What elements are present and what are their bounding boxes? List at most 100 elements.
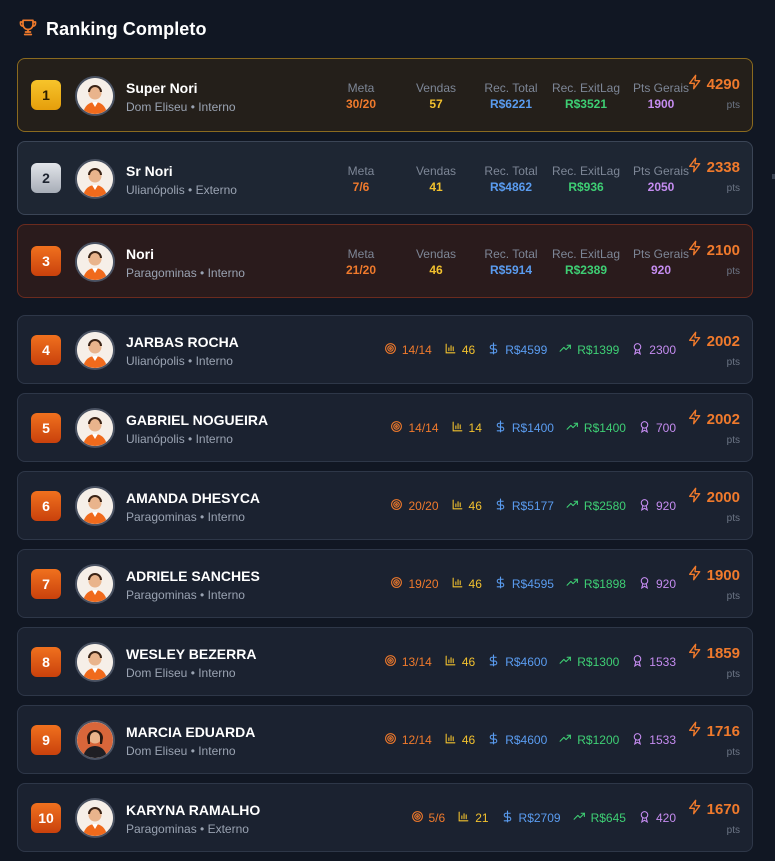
pts-gerais-value: 1533 bbox=[649, 733, 676, 747]
agent-name: KARYNA RAMALHO bbox=[126, 802, 261, 818]
vendas-value: 46 bbox=[461, 655, 476, 669]
meta-value: 30/20 bbox=[345, 97, 377, 111]
rec-exitlag-label: Rec. ExitLag bbox=[551, 164, 621, 178]
ranking-card[interactable]: 4 JARBAS ROCHA Ulianópolis • Interno 14/1… bbox=[17, 315, 753, 384]
ranking-card[interactable]: 9 MARCIA EDUARDA Dom Eliseu • Interno 12/… bbox=[17, 705, 753, 774]
ranking-card[interactable]: 6 AMANDA DHESYCA Paragominas • Interno 20… bbox=[17, 471, 753, 540]
ranking-card[interactable]: 8 WESLEY BEZERRA Dom Eliseu • Interno 13/… bbox=[17, 627, 753, 696]
pts-gerais-value: 1900 bbox=[647, 97, 675, 111]
stats-inline: 19/20 46 R$4595 R$1898 920 bbox=[378, 576, 676, 592]
stats-group: Meta 30/20 Vendas 57 Rec. Total R$6221 Rec.… bbox=[326, 81, 696, 112]
medal-icon bbox=[631, 342, 644, 358]
vendas-label: Vendas bbox=[415, 81, 457, 95]
agent-name: Super Nori bbox=[126, 80, 198, 96]
bar-chart-icon bbox=[457, 810, 470, 826]
ranking-card[interactable]: 3 Nori Paragominas • Interno Meta 21/20 Ve… bbox=[17, 224, 753, 298]
rec-exitlag-value: R$2389 bbox=[564, 263, 608, 277]
pts-gerais-value: 700 bbox=[655, 421, 676, 435]
points-block: 4290 pts bbox=[687, 74, 740, 112]
rec-total-value: R$5914 bbox=[489, 263, 533, 277]
pts-gerais-value: 1533 bbox=[649, 655, 676, 669]
agent-location: Ulianópolis • Externo bbox=[126, 183, 237, 197]
dollar-icon bbox=[501, 810, 514, 826]
vendas-value: 57 bbox=[429, 97, 443, 111]
points-block: 2002 pts bbox=[687, 331, 740, 369]
agent-location: Ulianópolis • Interno bbox=[126, 432, 233, 446]
stats-inline: 14/14 46 R$4599 R$1399 2300 bbox=[372, 342, 676, 358]
vendas-value: 14 bbox=[468, 421, 482, 435]
avatar bbox=[75, 486, 115, 526]
rec-total-label: Rec. Total bbox=[484, 81, 538, 95]
rec-total-value: R$4862 bbox=[489, 180, 533, 194]
bar-chart-icon bbox=[451, 420, 464, 436]
rec-total-value: R$4595 bbox=[511, 577, 554, 591]
stats-inline: 14/14 14 R$1400 R$1400 700 bbox=[378, 420, 676, 436]
avatar bbox=[75, 798, 115, 838]
agent-location: Dom Eliseu • Interno bbox=[126, 666, 236, 680]
bar-chart-icon bbox=[444, 654, 457, 670]
rank-badge: 2 bbox=[31, 163, 61, 193]
avatar bbox=[75, 564, 115, 604]
bar-chart-icon bbox=[444, 732, 457, 748]
agent-location: Paragominas • Interno bbox=[126, 510, 245, 524]
rank-badge: 3 bbox=[31, 246, 61, 276]
points-block: 1716 pts bbox=[687, 721, 740, 759]
points-unit: pts bbox=[726, 747, 740, 758]
stats-inline: 20/20 46 R$5177 R$2580 920 bbox=[378, 498, 676, 514]
trending-up-icon bbox=[566, 420, 579, 436]
dollar-icon bbox=[494, 576, 507, 592]
pts-gerais-value: 2050 bbox=[647, 180, 675, 194]
vendas-label: Vendas bbox=[415, 247, 457, 261]
rec-total-value: R$1400 bbox=[511, 421, 554, 435]
agent-location: Dom Eliseu • Interno bbox=[126, 744, 236, 758]
points-value: 2002 bbox=[706, 410, 740, 428]
bolt-icon bbox=[687, 157, 703, 178]
ranking-card[interactable]: 5 GABRIEL NOGUEIRA Ulianópolis • Interno … bbox=[17, 393, 753, 462]
vendas-value: 46 bbox=[429, 263, 443, 277]
pts-gerais-label: Pts Gerais bbox=[632, 81, 689, 95]
stats-inline: 12/14 46 R$4600 R$1200 1533 bbox=[372, 732, 676, 748]
rec-exitlag-label: Rec. ExitLag bbox=[551, 247, 621, 261]
ranking-card[interactable]: 7 ADRIELE SANCHES Paragominas • Interno 1… bbox=[17, 549, 753, 618]
pts-gerais-value: 920 bbox=[655, 577, 676, 591]
points-unit: pts bbox=[726, 825, 740, 836]
points-value: 1716 bbox=[706, 722, 740, 740]
points-unit: pts bbox=[726, 513, 740, 524]
agent-name: Sr Nori bbox=[126, 163, 173, 179]
trending-up-icon bbox=[566, 498, 579, 514]
vendas-label: Vendas bbox=[415, 164, 457, 178]
points-value: 2100 bbox=[706, 241, 740, 259]
points-value: 1859 bbox=[706, 644, 740, 662]
bolt-icon bbox=[687, 487, 703, 508]
medal-icon bbox=[638, 576, 651, 592]
agent-location: Dom Eliseu • Interno bbox=[126, 100, 236, 114]
agent-name: WESLEY BEZERRA bbox=[126, 646, 257, 662]
page-title: Ranking Completo bbox=[46, 18, 207, 39]
avatar bbox=[75, 330, 115, 370]
medal-icon bbox=[631, 654, 644, 670]
trophy-icon bbox=[18, 17, 38, 42]
points-block: 1900 pts bbox=[687, 565, 740, 603]
stats-inline: 5/6 21 R$2709 R$645 420 bbox=[399, 810, 676, 826]
target-icon bbox=[390, 420, 403, 436]
rank-badge: 8 bbox=[31, 647, 61, 677]
ranking-card[interactable]: 10 KARYNA RAMALHO Paragominas • Externo 5… bbox=[17, 783, 753, 852]
rank-badge: 6 bbox=[31, 491, 61, 521]
medal-icon bbox=[631, 732, 644, 748]
bar-chart-icon bbox=[451, 498, 464, 514]
rec-total-label: Rec. Total bbox=[484, 164, 538, 178]
agent-name: MARCIA EDUARDA bbox=[126, 724, 256, 740]
points-value: 2338 bbox=[706, 158, 740, 176]
rec-exitlag-value: R$1300 bbox=[577, 655, 620, 669]
target-icon bbox=[384, 654, 397, 670]
agent-location: Paragominas • Interno bbox=[126, 588, 245, 602]
rank-badge: 1 bbox=[31, 80, 61, 110]
points-unit: pts bbox=[726, 591, 740, 602]
points-value: 1670 bbox=[706, 800, 740, 818]
ranking-card[interactable]: 2 Sr Nori Ulianópolis • Externo Meta 7/6 V… bbox=[17, 141, 753, 215]
trending-up-icon bbox=[559, 654, 572, 670]
avatar bbox=[75, 76, 115, 116]
rec-total-value: R$5177 bbox=[511, 499, 554, 513]
ranking-card[interactable]: 1 Super Nori Dom Eliseu • Interno Meta 30/… bbox=[17, 58, 753, 132]
rank-badge: 9 bbox=[31, 725, 61, 755]
